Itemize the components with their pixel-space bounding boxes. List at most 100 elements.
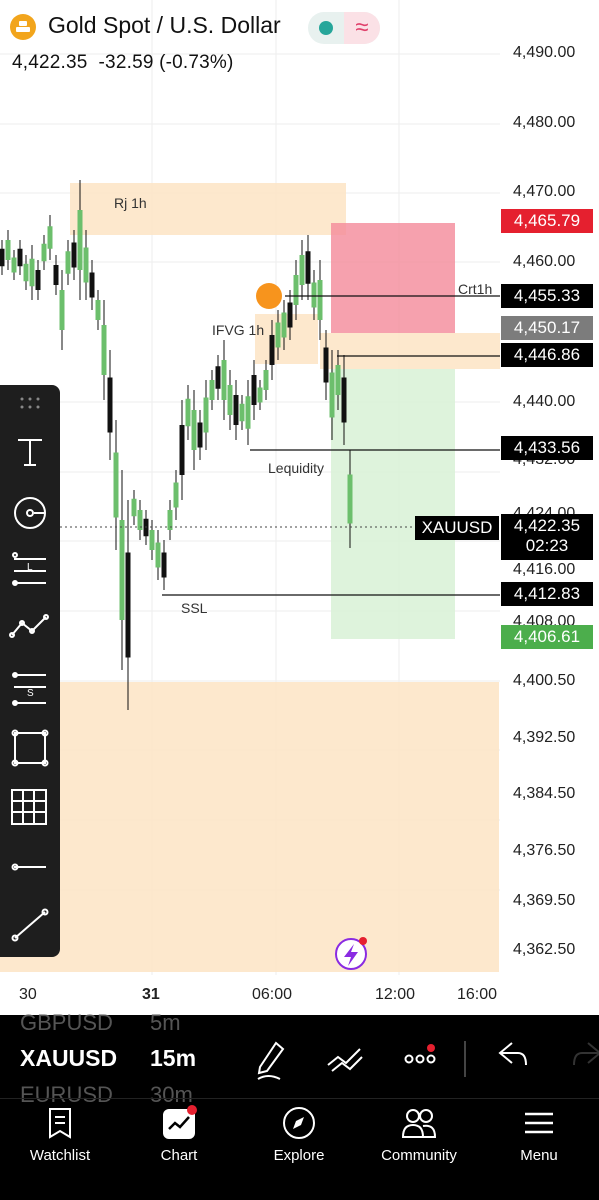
- candle-body: [119, 520, 125, 620]
- svg-text:L: L: [27, 562, 33, 573]
- candle-body: [17, 248, 23, 267]
- candle-body: [53, 265, 59, 285]
- chart-area[interactable]: Gold Spot / U.S. Dollar ≈ 4,422.35 -32.5…: [0, 0, 599, 1015]
- time-tick: 30: [19, 986, 37, 1003]
- nav-label: Explore: [273, 1147, 325, 1164]
- target-price-label: 4,406.61: [501, 625, 593, 649]
- menu-icon: [525, 1112, 553, 1134]
- candle-body: [257, 387, 263, 403]
- nav-label: Watchlist: [29, 1147, 91, 1164]
- prev-symbol[interactable]: GBPUSD: [20, 1010, 113, 1036]
- price-change: -32.59: [98, 52, 154, 73]
- candle-body: [11, 257, 17, 273]
- price-tick: 4,470.00: [513, 183, 576, 200]
- candle-body: [5, 240, 11, 260]
- chart-canvas[interactable]: [0, 0, 599, 1015]
- price-tick: 4,376.50: [513, 842, 576, 859]
- entry-marker[interactable]: [256, 283, 282, 309]
- candle-body: [197, 422, 203, 448]
- candle-body: [215, 366, 221, 389]
- redo-icon[interactable]: [573, 1042, 599, 1066]
- candle-body: [95, 300, 101, 320]
- lower-zone[interactable]: [0, 682, 499, 972]
- draw-pencil-icon[interactable]: [257, 1041, 285, 1080]
- grid-tool-icon[interactable]: [11, 789, 47, 825]
- level-price-label: 4,412.83: [501, 582, 593, 606]
- circle-tool-icon[interactable]: [14, 497, 46, 529]
- candle-body: [203, 397, 209, 433]
- toolbar-grip-icon[interactable]: [20, 397, 40, 409]
- price-tick: 4,400.50: [513, 672, 576, 689]
- community-icon: [401, 1109, 437, 1138]
- nav-chart[interactable]: Chart: [124, 1105, 234, 1164]
- candle-body: [77, 210, 83, 270]
- chart-icon: [163, 1105, 197, 1139]
- candle-body: [131, 498, 137, 517]
- line-tool-icon[interactable]: [11, 908, 49, 942]
- candle-body: [107, 377, 113, 433]
- time-tick: 31: [142, 986, 160, 1003]
- candle-body: [347, 474, 353, 524]
- symbol-selector[interactable]: XAUUSD: [20, 1045, 117, 1072]
- price-tick: 4,490.00: [513, 44, 576, 61]
- candle-body: [101, 325, 107, 375]
- nav-community[interactable]: Community: [364, 1105, 474, 1164]
- candle-body: [221, 360, 227, 400]
- nav-label: Chart: [160, 1147, 198, 1164]
- price-change-pct: (-0.73%): [159, 52, 234, 73]
- text-tool-icon[interactable]: [18, 439, 42, 466]
- rj-zone[interactable]: [70, 183, 346, 235]
- undo-icon[interactable]: [498, 1042, 527, 1066]
- candle-body: [173, 482, 179, 508]
- time-tick: 12:00: [375, 986, 416, 1003]
- nav-menu[interactable]: Menu: [484, 1105, 594, 1164]
- nav-explore[interactable]: Explore: [244, 1105, 354, 1164]
- symbol-title[interactable]: Gold Spot / U.S. Dollar: [48, 12, 281, 39]
- rectangle-tool-icon[interactable]: [11, 729, 49, 767]
- candle-body: [41, 243, 47, 262]
- time-tick: 16:00: [457, 986, 498, 1003]
- ssl-label: SSL: [181, 600, 208, 616]
- drawing-tools-icon[interactable]: [327, 1048, 363, 1072]
- price-tick: 4,369.50: [513, 892, 576, 909]
- price-tick: 4,362.50: [513, 941, 576, 958]
- stop-zone[interactable]: [331, 223, 455, 333]
- candle-body: [161, 552, 167, 578]
- candle-body: [323, 347, 329, 383]
- price-tick: 4,416.00: [513, 561, 576, 578]
- candle-body: [209, 380, 215, 400]
- interval-selector[interactable]: 15m: [150, 1045, 196, 1072]
- candle-body: [227, 385, 233, 415]
- candle-body: [29, 258, 35, 287]
- notification-dot: [427, 1044, 435, 1052]
- horizontal-line-tool-icon[interactable]: [11, 863, 47, 871]
- candle-body: [155, 542, 161, 568]
- lightning-icon[interactable]: [335, 937, 367, 970]
- candle-body: [89, 272, 95, 298]
- crt-label: Crt1h: [458, 281, 493, 297]
- price-tick: 4,384.50: [513, 785, 576, 802]
- entry-price-label: 4,450.17: [501, 316, 593, 340]
- candle-body: [311, 282, 317, 308]
- candle-body: [233, 395, 239, 425]
- nav-watchlist[interactable]: Watchlist: [5, 1105, 115, 1164]
- candle-body: [59, 290, 65, 330]
- price-tick: 4,440.00: [513, 393, 576, 410]
- prev-interval[interactable]: 5m: [150, 1010, 181, 1036]
- candle-body: [335, 365, 341, 395]
- candle-body: [0, 248, 5, 267]
- candle-body: [245, 396, 251, 429]
- level-price-label: 4,433.56: [501, 436, 593, 460]
- divider: [0, 1098, 599, 1099]
- supply-zone[interactable]: [320, 333, 500, 369]
- candle-body: [83, 247, 89, 283]
- current-price-label: 4,422.35 02:23: [501, 514, 593, 560]
- indicator-toggle[interactable]: ≈: [308, 12, 380, 44]
- more-options-icon[interactable]: [404, 1054, 436, 1064]
- price-summary: 4,422.35 -32.59 (-0.73%): [12, 52, 234, 74]
- compass-icon: [283, 1107, 315, 1139]
- price-tick: 4,480.00: [513, 114, 576, 131]
- trend-tool-icon[interactable]: [9, 614, 49, 638]
- candle-body: [35, 270, 41, 290]
- candle-body: [179, 425, 185, 475]
